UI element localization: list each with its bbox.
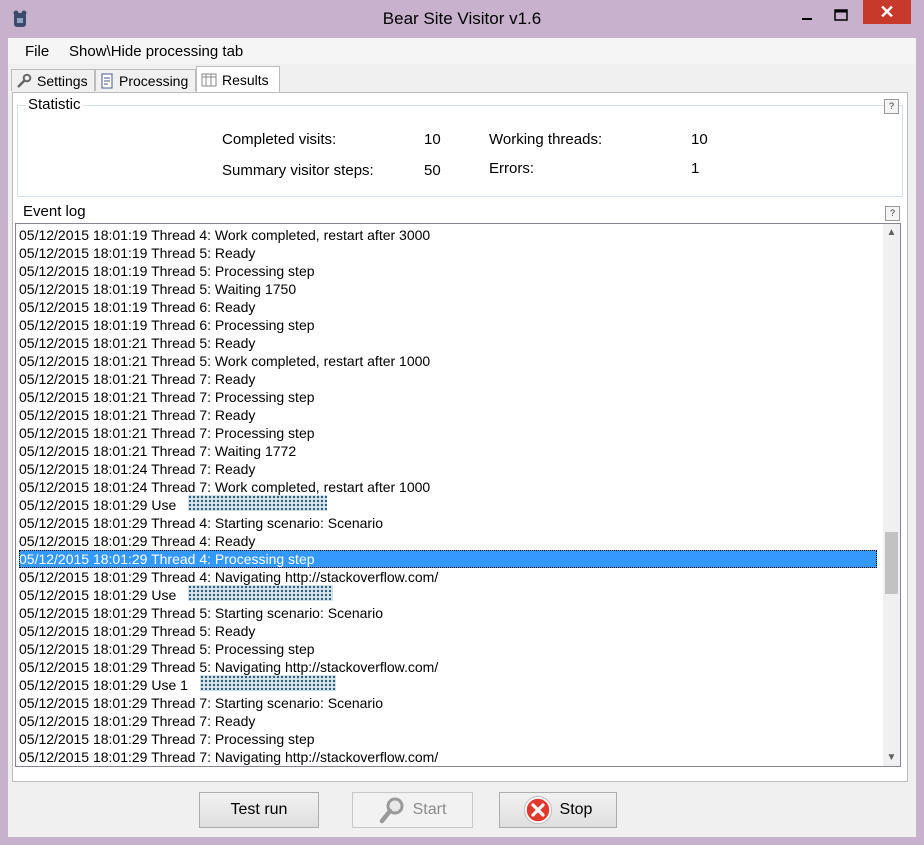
event-log-scrollbar[interactable]: ▲ ▼ (883, 224, 900, 766)
stop-label: Stop (559, 801, 593, 818)
menu-toggle-processing-tab[interactable]: Show\Hide processing tab (69, 43, 243, 60)
maximize-icon (834, 9, 848, 21)
log-line[interactable]: 05/12/2015 18:01:21 Thread 7: Ready (19, 370, 877, 388)
redaction-mask (200, 675, 336, 691)
table-icon (201, 73, 217, 86)
close-icon: ✕ (879, 1, 895, 22)
statistic-help-button[interactable]: ? (884, 99, 899, 114)
log-line[interactable]: 05/12/2015 18:01:21 Thread 7: Waiting 17… (19, 442, 877, 460)
minimize-button[interactable] (792, 0, 822, 30)
menu-bar: File Show\Hide processing tab (8, 38, 916, 64)
title-bar[interactable]: Bear Site Visitor v1.6 ✕ (0, 0, 924, 38)
log-line[interactable]: 05/12/2015 18:01:19 Thread 5: Waiting 17… (19, 280, 877, 298)
event-log-list[interactable]: 05/12/2015 18:01:19 Thread 4: Work compl… (15, 223, 901, 767)
completed-visits-value: 10 (424, 131, 441, 148)
tab-results-label: Results (222, 71, 269, 88)
log-line[interactable]: 05/12/2015 18:01:19 Thread 4: Work compl… (19, 226, 877, 244)
client-area: File Show\Hide processing tab Settings P… (8, 38, 916, 837)
stop-icon (523, 796, 552, 824)
working-threads-label: Working threads: (489, 131, 603, 148)
log-line[interactable]: 05/12/2015 18:01:29 Use 1 (19, 676, 877, 694)
log-line[interactable]: 05/12/2015 18:01:29 Thread 4: Starting s… (19, 514, 877, 532)
redaction-mask (188, 585, 333, 601)
log-line[interactable]: 05/12/2015 18:01:29 Thread 5: Processing… (19, 640, 877, 658)
errors-label: Errors: (489, 160, 534, 177)
log-line[interactable]: 05/12/2015 18:01:29 Thread 4: Navigating… (19, 568, 877, 586)
document-icon (101, 73, 113, 88)
test-run-button[interactable]: Test run (199, 792, 319, 828)
tab-processing[interactable]: Processing (95, 69, 196, 91)
log-line[interactable]: 05/12/2015 18:01:29 Thread 4: Ready (19, 532, 877, 550)
close-button[interactable]: ✕ (863, 0, 911, 24)
log-line[interactable]: 05/12/2015 18:01:29 Thread 5: Navigating… (19, 658, 877, 676)
log-line[interactable]: 05/12/2015 18:01:29 Thread 7: Navigating… (19, 748, 877, 766)
log-line[interactable]: 05/12/2015 18:01:24 Thread 7: Work compl… (19, 478, 877, 496)
completed-visits-label: Completed visits: (222, 131, 337, 148)
log-line[interactable]: 05/12/2015 18:01:21 Thread 7: Ready (19, 406, 877, 424)
event-log-title: Event log (21, 203, 88, 220)
log-line-selected[interactable]: 05/12/2015 18:01:29 Thread 4: Processing… (19, 550, 877, 568)
working-threads-value: 10 (691, 131, 708, 148)
minimize-icon (802, 18, 812, 20)
window-title: Bear Site Visitor v1.6 (382, 9, 542, 28)
maximize-button[interactable] (826, 0, 856, 30)
log-line[interactable]: 05/12/2015 18:01:19 Thread 5: Ready (19, 244, 877, 262)
tab-settings[interactable]: Settings (11, 69, 95, 91)
log-line[interactable]: 05/12/2015 18:01:21 Thread 5: Work compl… (19, 352, 877, 370)
menu-file[interactable]: File (25, 43, 49, 60)
start-label: Start (412, 801, 447, 818)
log-line[interactable]: 05/12/2015 18:01:19 Thread 5: Processing… (19, 262, 877, 280)
scroll-down-icon[interactable]: ▼ (883, 749, 900, 766)
errors-value: 1 (691, 160, 700, 177)
summary-steps-label: Summary visitor steps: (222, 162, 374, 179)
tab-strip: Settings Processing Results (8, 66, 916, 92)
app-window: Bear Site Visitor v1.6 ✕ File Show\Hide … (0, 0, 924, 845)
start-button[interactable]: Start (352, 792, 473, 828)
summary-steps-value: 50 (424, 162, 441, 179)
log-line[interactable]: 05/12/2015 18:01:29 Use (19, 586, 877, 604)
scroll-up-icon[interactable]: ▲ (883, 224, 900, 241)
log-line[interactable]: 05/12/2015 18:01:19 Thread 6: Processing… (19, 316, 877, 334)
test-run-label: Test run (230, 801, 288, 818)
stop-button[interactable]: Stop (499, 792, 617, 828)
redaction-mask (188, 495, 327, 511)
log-line[interactable]: 05/12/2015 18:01:24 Thread 7: Ready (19, 460, 877, 478)
tab-processing-label: Processing (119, 72, 189, 89)
wrench-icon (17, 73, 32, 88)
scroll-thumb[interactable] (885, 532, 898, 594)
log-line[interactable]: 05/12/2015 18:01:21 Thread 7: Processing… (19, 424, 877, 442)
log-line[interactable]: 05/12/2015 18:01:29 Thread 7: Processing… (19, 730, 877, 748)
results-tab-page: Statistic ? Completed visits: 10 Summary… (12, 92, 908, 782)
magnifier-icon (379, 796, 405, 824)
statistic-title: Statistic (26, 96, 83, 113)
log-line[interactable]: 05/12/2015 18:01:29 Use (19, 496, 877, 514)
log-line[interactable]: 05/12/2015 18:01:21 Thread 5: Ready (19, 334, 877, 352)
log-line[interactable]: 05/12/2015 18:01:21 Thread 7: Processing… (19, 388, 877, 406)
log-line[interactable]: 05/12/2015 18:01:29 Thread 7: Ready (19, 712, 877, 730)
statistic-group: Statistic ? Completed visits: 10 Summary… (17, 96, 903, 197)
log-line[interactable]: 05/12/2015 18:01:29 Thread 7: Starting s… (19, 694, 877, 712)
event-log-help-button[interactable]: ? (885, 206, 900, 221)
tab-results[interactable]: Results (196, 66, 280, 92)
log-line[interactable]: 05/12/2015 18:01:29 Thread 5: Ready (19, 622, 877, 640)
tab-settings-label: Settings (37, 72, 88, 89)
log-line[interactable]: 05/12/2015 18:01:19 Thread 6: Ready (19, 298, 877, 316)
log-line[interactable]: 05/12/2015 18:01:29 Thread 5: Starting s… (19, 604, 877, 622)
